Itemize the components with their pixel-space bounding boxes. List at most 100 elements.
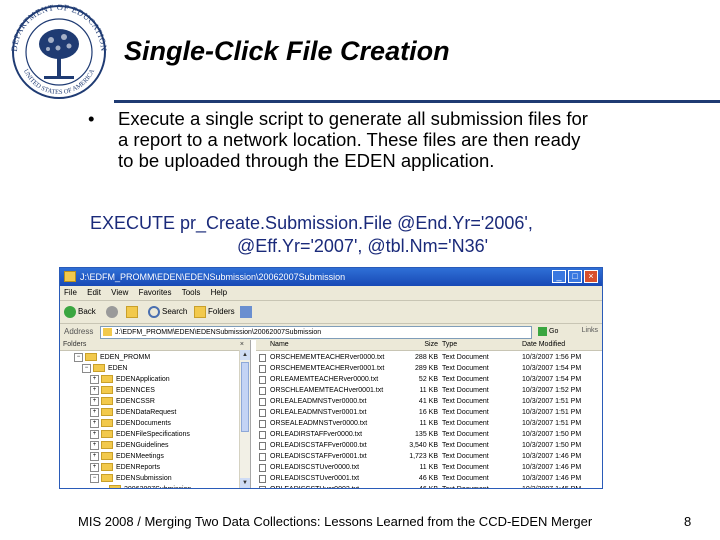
expand-icon[interactable]: + xyxy=(90,396,99,406)
forward-button[interactable] xyxy=(106,304,120,319)
expand-icon[interactable]: + xyxy=(90,418,99,428)
file-type: Text Document xyxy=(442,387,489,394)
file-date-modified: 10/3/2007 1:54 PM xyxy=(522,365,582,372)
file-type: Text Document xyxy=(442,475,489,482)
maximize-button[interactable]: □ xyxy=(568,270,582,283)
links-button[interactable]: Links xyxy=(582,327,598,334)
file-type: Text Document xyxy=(442,376,489,383)
file-date-modified: 10/3/2007 1:54 PM xyxy=(522,376,582,383)
back-button[interactable]: Back xyxy=(64,304,96,319)
file-row[interactable]: ORSCHEMEMTEACHERver0001.txt 289 KB Text Do… xyxy=(256,363,602,374)
menu-edit[interactable]: Edit xyxy=(87,288,101,297)
folder-tree-item[interactable]: + EDENCSSR xyxy=(90,396,155,407)
slide-title: Single-Click File Creation xyxy=(124,36,450,66)
expand-icon[interactable]: + xyxy=(90,374,99,384)
folder-tree-item[interactable]: − EDEN xyxy=(82,363,127,374)
file-row[interactable]: ORLEADISCSTUver0000.txt 11 KB Text Documen… xyxy=(256,462,602,473)
up-folder-button[interactable] xyxy=(126,304,140,319)
scroll-up-icon[interactable]: ▲ xyxy=(240,350,250,360)
file-name: ORLEADIRSTAFFver0000.txt xyxy=(270,431,363,438)
menu-view[interactable]: View xyxy=(111,288,128,297)
folder-tree-title: Folders xyxy=(63,341,87,348)
collapse-icon[interactable]: − xyxy=(82,363,91,373)
tree-scrollbar[interactable]: ▲ ▼ xyxy=(239,350,250,488)
text-file-icon xyxy=(259,486,266,488)
file-row[interactable]: ORLEADISCSTAFFver0001.txt 1,723 KB Text Do… xyxy=(256,451,602,462)
folder-tree-item[interactable]: + EDENDocuments xyxy=(90,418,171,429)
file-size: 11 KB xyxy=(419,420,438,427)
file-row[interactable]: ORLEALEADMNSTver0001.txt 16 KB Text Docume… xyxy=(256,407,602,418)
views-button[interactable] xyxy=(240,304,254,319)
folder-tree-item[interactable]: + EDENReports xyxy=(90,462,160,473)
file-row[interactable]: ORLEADISCSTUver0001.txt 46 KB Text Documen… xyxy=(256,473,602,484)
minimize-button[interactable]: _ xyxy=(552,270,566,283)
file-row[interactable]: ORSEALEADMNSTver0000.txt 11 KB Text Docume… xyxy=(256,418,602,429)
expand-icon[interactable]: + xyxy=(90,462,99,472)
file-type: Text Document xyxy=(442,354,489,361)
file-size: 11 KB xyxy=(419,387,438,394)
expand-icon[interactable]: + xyxy=(90,451,99,461)
file-row[interactable]: ORSCHEMEMTEACHERver0000.txt 288 KB Text Do… xyxy=(256,352,602,363)
collapse-icon[interactable]: − xyxy=(90,473,99,483)
file-date-modified: 10/3/2007 1:51 PM xyxy=(522,420,582,427)
file-size: 16 KB xyxy=(418,409,438,416)
folders-icon xyxy=(194,305,206,318)
folder-tree-item[interactable]: − EDEN_PROMM xyxy=(74,352,150,363)
menu-file[interactable]: File xyxy=(64,288,77,297)
menu-help[interactable]: Help xyxy=(211,288,227,297)
folder-icon xyxy=(101,474,113,483)
close-pane-icon[interactable]: × xyxy=(240,340,244,350)
bullet-text: Execute a single script to generate all … xyxy=(118,108,588,171)
folder-tree-item[interactable]: + EDENApplication xyxy=(90,374,170,385)
folder-tree-label: EDEN xyxy=(108,365,128,372)
file-row[interactable]: ORSCHLEAMEMTEACHver0001.txt 11 KB Text Doc… xyxy=(256,385,602,396)
folder-tree-item[interactable]: 20062007Submission xyxy=(98,484,191,488)
folder-tree-item[interactable]: + EDENMeetings xyxy=(90,451,164,462)
scroll-down-icon[interactable]: ▼ xyxy=(240,478,250,488)
file-size: 11 KB xyxy=(419,464,438,471)
address-input[interactable]: J:\EDFM_PROMM\EDEN\EDENSubmission\200620… xyxy=(100,326,532,339)
folder-tree-item[interactable]: − EDENSubmission xyxy=(90,473,172,484)
search-button[interactable]: Search xyxy=(148,304,187,319)
folder-icon xyxy=(103,328,112,336)
file-size: 135 KB xyxy=(415,431,438,438)
folder-tree-item[interactable]: + EDENGuidelines xyxy=(90,440,169,451)
folder-tree-item[interactable]: + EDENFileSpecifications xyxy=(90,429,190,440)
expand-icon[interactable]: + xyxy=(90,407,99,417)
folder-icon xyxy=(101,430,113,439)
close-button[interactable]: × xyxy=(584,270,598,283)
file-list-header: Name Size Type Date Modified xyxy=(256,340,602,351)
file-row[interactable]: ORLEADISCSTAFFver0000.txt 3,540 KB Text Do… xyxy=(256,440,602,451)
column-header-date-modified[interactable]: Date Modified xyxy=(522,340,565,350)
folder-tree-label: EDENCSSR xyxy=(116,398,155,405)
folder-tree-item[interactable]: + EDENDataRequest xyxy=(90,407,176,418)
column-header-name[interactable]: Name xyxy=(270,340,289,350)
file-row[interactable]: ORLEADISCSTUver0002.txt 46 KB Text Documen… xyxy=(256,484,602,488)
file-row[interactable]: ORLEADIRSTAFFver0000.txt 135 KB Text Docum… xyxy=(256,429,602,440)
text-file-icon xyxy=(259,475,266,483)
folder-tree-label: EDEN_PROMM xyxy=(100,354,151,361)
go-button[interactable]: Go xyxy=(538,326,568,337)
tree-scroll-thumb[interactable] xyxy=(241,362,249,432)
file-row[interactable]: ORLEAMEMTEACHERver0000.txt 52 KB Text Docu… xyxy=(256,374,602,385)
forward-arrow-icon xyxy=(106,305,118,318)
menu-tools[interactable]: Tools xyxy=(182,288,201,297)
file-row[interactable]: ORLEALEADMNSTver0000.txt 41 KB Text Docume… xyxy=(256,396,602,407)
file-type: Text Document xyxy=(442,484,489,488)
explorer-titlebar[interactable]: J:\EDFM_PROMM\EDEN\EDENSubmission\200620… xyxy=(60,268,602,286)
sql-command-line-2: @Eff.Yr='2007', @tbl.Nm='N36' xyxy=(237,236,489,256)
file-name: ORLEADISCSTUver0002.txt xyxy=(270,484,359,488)
folder-tree-item[interactable]: + EDENNCES xyxy=(90,385,155,396)
menu-favorites[interactable]: Favorites xyxy=(139,288,172,297)
folder-icon xyxy=(64,271,76,282)
folders-button[interactable]: Folders xyxy=(194,304,235,319)
folders-label: Folders xyxy=(208,307,235,316)
expand-icon[interactable]: + xyxy=(90,440,99,450)
file-name: ORSEALEADMNSTver0000.txt xyxy=(270,420,368,427)
expand-icon[interactable]: + xyxy=(90,429,99,439)
column-header-type[interactable]: Type xyxy=(442,340,457,350)
folder-tree-pane: Folders × − EDEN_PROMM − EDEN + EDENApplicati… xyxy=(60,340,251,488)
expand-icon[interactable]: + xyxy=(90,385,99,395)
collapse-icon[interactable]: − xyxy=(74,352,83,362)
column-header-size[interactable]: Size xyxy=(400,340,438,350)
